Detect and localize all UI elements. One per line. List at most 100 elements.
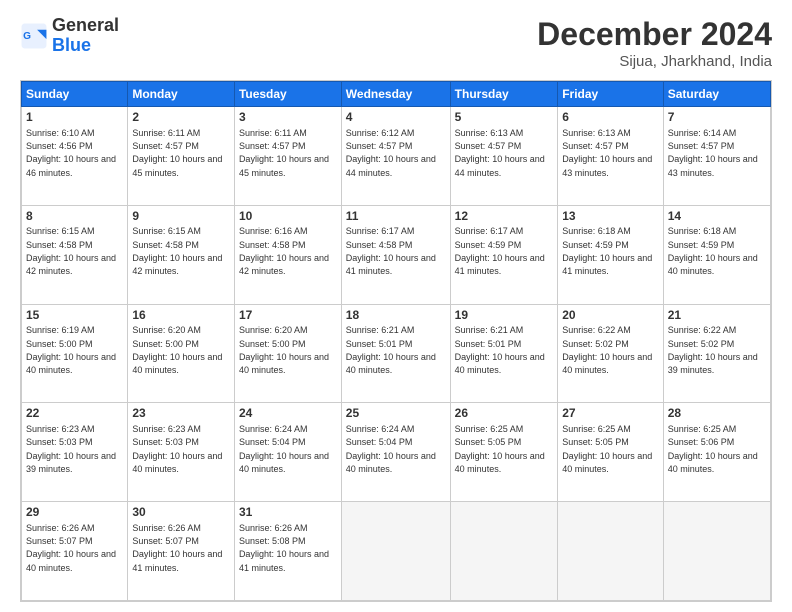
day-info: Sunrise: 6:15 AMSunset: 4:58 PMDaylight:… <box>132 226 222 276</box>
logo-line2: Blue <box>52 36 119 56</box>
table-row: 31Sunrise: 6:26 AMSunset: 5:08 PMDayligh… <box>234 502 341 601</box>
table-row: 13Sunrise: 6:18 AMSunset: 4:59 PMDayligh… <box>558 205 664 304</box>
table-row: 2 Sunrise: 6:11 AMSunset: 4:57 PMDaylight… <box>128 107 235 206</box>
table-row: 24Sunrise: 6:24 AMSunset: 5:04 PMDayligh… <box>234 403 341 502</box>
table-row: 27Sunrise: 6:25 AMSunset: 5:05 PMDayligh… <box>558 403 664 502</box>
table-row: 25 Sunrise: 6:24 AMSunset: 5:04 PMDayligh… <box>341 403 450 502</box>
day-info: Sunrise: 6:23 AMSunset: 5:03 PMDaylight:… <box>26 424 116 474</box>
week-row-1: 1Sunrise: 6:10 AMSunset: 4:56 PMDaylight… <box>22 107 771 206</box>
day-info: Sunrise: 6:16 AMSunset: 4:58 PMDaylight:… <box>239 226 329 276</box>
table-row: 7Sunrise: 6:14 AMSunset: 4:57 PMDaylight… <box>663 107 770 206</box>
day-number: 14 <box>668 209 766 225</box>
day-info: Sunrise: 6:26 AMSunset: 5:07 PMDaylight:… <box>26 523 116 573</box>
day-info: Sunrise: 6:13 AMSunset: 4:57 PMDaylight:… <box>455 128 545 178</box>
week-row-5: 29 Sunrise: 6:26 AMSunset: 5:07 PMDayligh… <box>22 502 771 601</box>
day-info: Sunrise: 6:22 AMSunset: 5:02 PMDaylight:… <box>562 325 652 375</box>
day-number: 12 <box>455 209 554 225</box>
week-row-4: 22 Sunrise: 6:23 AMSunset: 5:03 PMDayligh… <box>22 403 771 502</box>
table-row: 1Sunrise: 6:10 AMSunset: 4:56 PMDaylight… <box>22 107 128 206</box>
day-number: 30 <box>132 505 230 521</box>
day-number: 23 <box>132 406 230 422</box>
table-row: 28 Sunrise: 6:25 AMSunset: 5:06 PMDayligh… <box>663 403 770 502</box>
day-number: 3 <box>239 110 337 126</box>
table-row: 18Sunrise: 6:21 AMSunset: 5:01 PMDayligh… <box>341 304 450 403</box>
table-row: 26Sunrise: 6:25 AMSunset: 5:05 PMDayligh… <box>450 403 558 502</box>
page: G General Blue December 2024 Sijua, Jhar… <box>0 0 792 612</box>
day-info: Sunrise: 6:25 AMSunset: 5:06 PMDaylight:… <box>668 424 758 474</box>
table-row: 19Sunrise: 6:21 AMSunset: 5:01 PMDayligh… <box>450 304 558 403</box>
day-number: 9 <box>132 209 230 225</box>
day-number: 1 <box>26 110 123 126</box>
header: G General Blue December 2024 Sijua, Jhar… <box>20 16 772 70</box>
day-number: 7 <box>668 110 766 126</box>
day-number: 25 <box>346 406 446 422</box>
day-info: Sunrise: 6:20 AMSunset: 5:00 PMDaylight:… <box>239 325 329 375</box>
day-number: 5 <box>455 110 554 126</box>
week-row-2: 8Sunrise: 6:15 AMSunset: 4:58 PMDaylight… <box>22 205 771 304</box>
day-info: Sunrise: 6:18 AMSunset: 4:59 PMDaylight:… <box>668 226 758 276</box>
table-row: 16Sunrise: 6:20 AMSunset: 5:00 PMDayligh… <box>128 304 235 403</box>
day-number: 8 <box>26 209 123 225</box>
day-number: 26 <box>455 406 554 422</box>
table-row: 20Sunrise: 6:22 AMSunset: 5:02 PMDayligh… <box>558 304 664 403</box>
table-row <box>341 502 450 601</box>
table-row: 12Sunrise: 6:17 AMSunset: 4:59 PMDayligh… <box>450 205 558 304</box>
col-tuesday: Tuesday <box>234 82 341 107</box>
day-number: 22 <box>26 406 123 422</box>
table-row: 11Sunrise: 6:17 AMSunset: 4:58 PMDayligh… <box>341 205 450 304</box>
logo: G General Blue <box>20 16 119 56</box>
col-friday: Friday <box>558 82 664 107</box>
day-info: Sunrise: 6:15 AMSunset: 4:58 PMDaylight:… <box>26 226 116 276</box>
table-row: 8Sunrise: 6:15 AMSunset: 4:58 PMDaylight… <box>22 205 128 304</box>
day-number: 20 <box>562 308 659 324</box>
table-row: 9Sunrise: 6:15 AMSunset: 4:58 PMDaylight… <box>128 205 235 304</box>
svg-text:G: G <box>23 31 31 42</box>
day-number: 15 <box>26 308 123 324</box>
day-info: Sunrise: 6:11 AMSunset: 4:57 PMDaylight:… <box>132 128 222 178</box>
table-row <box>663 502 770 601</box>
col-wednesday: Wednesday <box>341 82 450 107</box>
table-row: 10Sunrise: 6:16 AMSunset: 4:58 PMDayligh… <box>234 205 341 304</box>
logo-line1: General <box>52 16 119 36</box>
day-number: 2 <box>132 110 230 126</box>
day-info: Sunrise: 6:24 AMSunset: 5:04 PMDaylight:… <box>346 424 436 474</box>
col-monday: Monday <box>128 82 235 107</box>
day-number: 28 <box>668 406 766 422</box>
week-row-3: 15Sunrise: 6:19 AMSunset: 5:00 PMDayligh… <box>22 304 771 403</box>
table-row: 14Sunrise: 6:18 AMSunset: 4:59 PMDayligh… <box>663 205 770 304</box>
table-row: 29 Sunrise: 6:26 AMSunset: 5:07 PMDayligh… <box>22 502 128 601</box>
day-info: Sunrise: 6:11 AMSunset: 4:57 PMDaylight:… <box>239 128 329 178</box>
day-number: 31 <box>239 505 337 521</box>
day-number: 19 <box>455 308 554 324</box>
table-row: 17Sunrise: 6:20 AMSunset: 5:00 PMDayligh… <box>234 304 341 403</box>
day-number: 21 <box>668 308 766 324</box>
day-info: Sunrise: 6:18 AMSunset: 4:59 PMDaylight:… <box>562 226 652 276</box>
table-row: 30 Sunrise: 6:26 AMSunset: 5:07 PMDayligh… <box>128 502 235 601</box>
calendar-table: Sunday Monday Tuesday Wednesday Thursday… <box>21 81 771 601</box>
table-row: 3 Sunrise: 6:11 AMSunset: 4:57 PMDaylight… <box>234 107 341 206</box>
logo-icon: G <box>20 22 48 50</box>
day-info: Sunrise: 6:19 AMSunset: 5:00 PMDaylight:… <box>26 325 116 375</box>
col-sunday: Sunday <box>22 82 128 107</box>
table-row: 21Sunrise: 6:22 AMSunset: 5:02 PMDayligh… <box>663 304 770 403</box>
day-number: 29 <box>26 505 123 521</box>
table-row: 22 Sunrise: 6:23 AMSunset: 5:03 PMDayligh… <box>22 403 128 502</box>
day-number: 13 <box>562 209 659 225</box>
table-row <box>450 502 558 601</box>
table-row: 23Sunrise: 6:23 AMSunset: 5:03 PMDayligh… <box>128 403 235 502</box>
col-thursday: Thursday <box>450 82 558 107</box>
table-row: 6Sunrise: 6:13 AMSunset: 4:57 PMDaylight… <box>558 107 664 206</box>
day-info: Sunrise: 6:25 AMSunset: 5:05 PMDaylight:… <box>562 424 652 474</box>
day-info: Sunrise: 6:17 AMSunset: 4:58 PMDaylight:… <box>346 226 436 276</box>
title-block: December 2024 Sijua, Jharkhand, India <box>537 16 772 70</box>
day-info: Sunrise: 6:21 AMSunset: 5:01 PMDaylight:… <box>455 325 545 375</box>
subtitle: Sijua, Jharkhand, India <box>537 53 772 70</box>
day-info: Sunrise: 6:20 AMSunset: 5:00 PMDaylight:… <box>132 325 222 375</box>
day-info: Sunrise: 6:26 AMSunset: 5:07 PMDaylight:… <box>132 523 222 573</box>
day-number: 11 <box>346 209 446 225</box>
day-info: Sunrise: 6:13 AMSunset: 4:57 PMDaylight:… <box>562 128 652 178</box>
day-info: Sunrise: 6:21 AMSunset: 5:01 PMDaylight:… <box>346 325 436 375</box>
main-title: December 2024 <box>537 16 772 53</box>
col-saturday: Saturday <box>663 82 770 107</box>
day-info: Sunrise: 6:12 AMSunset: 4:57 PMDaylight:… <box>346 128 436 178</box>
